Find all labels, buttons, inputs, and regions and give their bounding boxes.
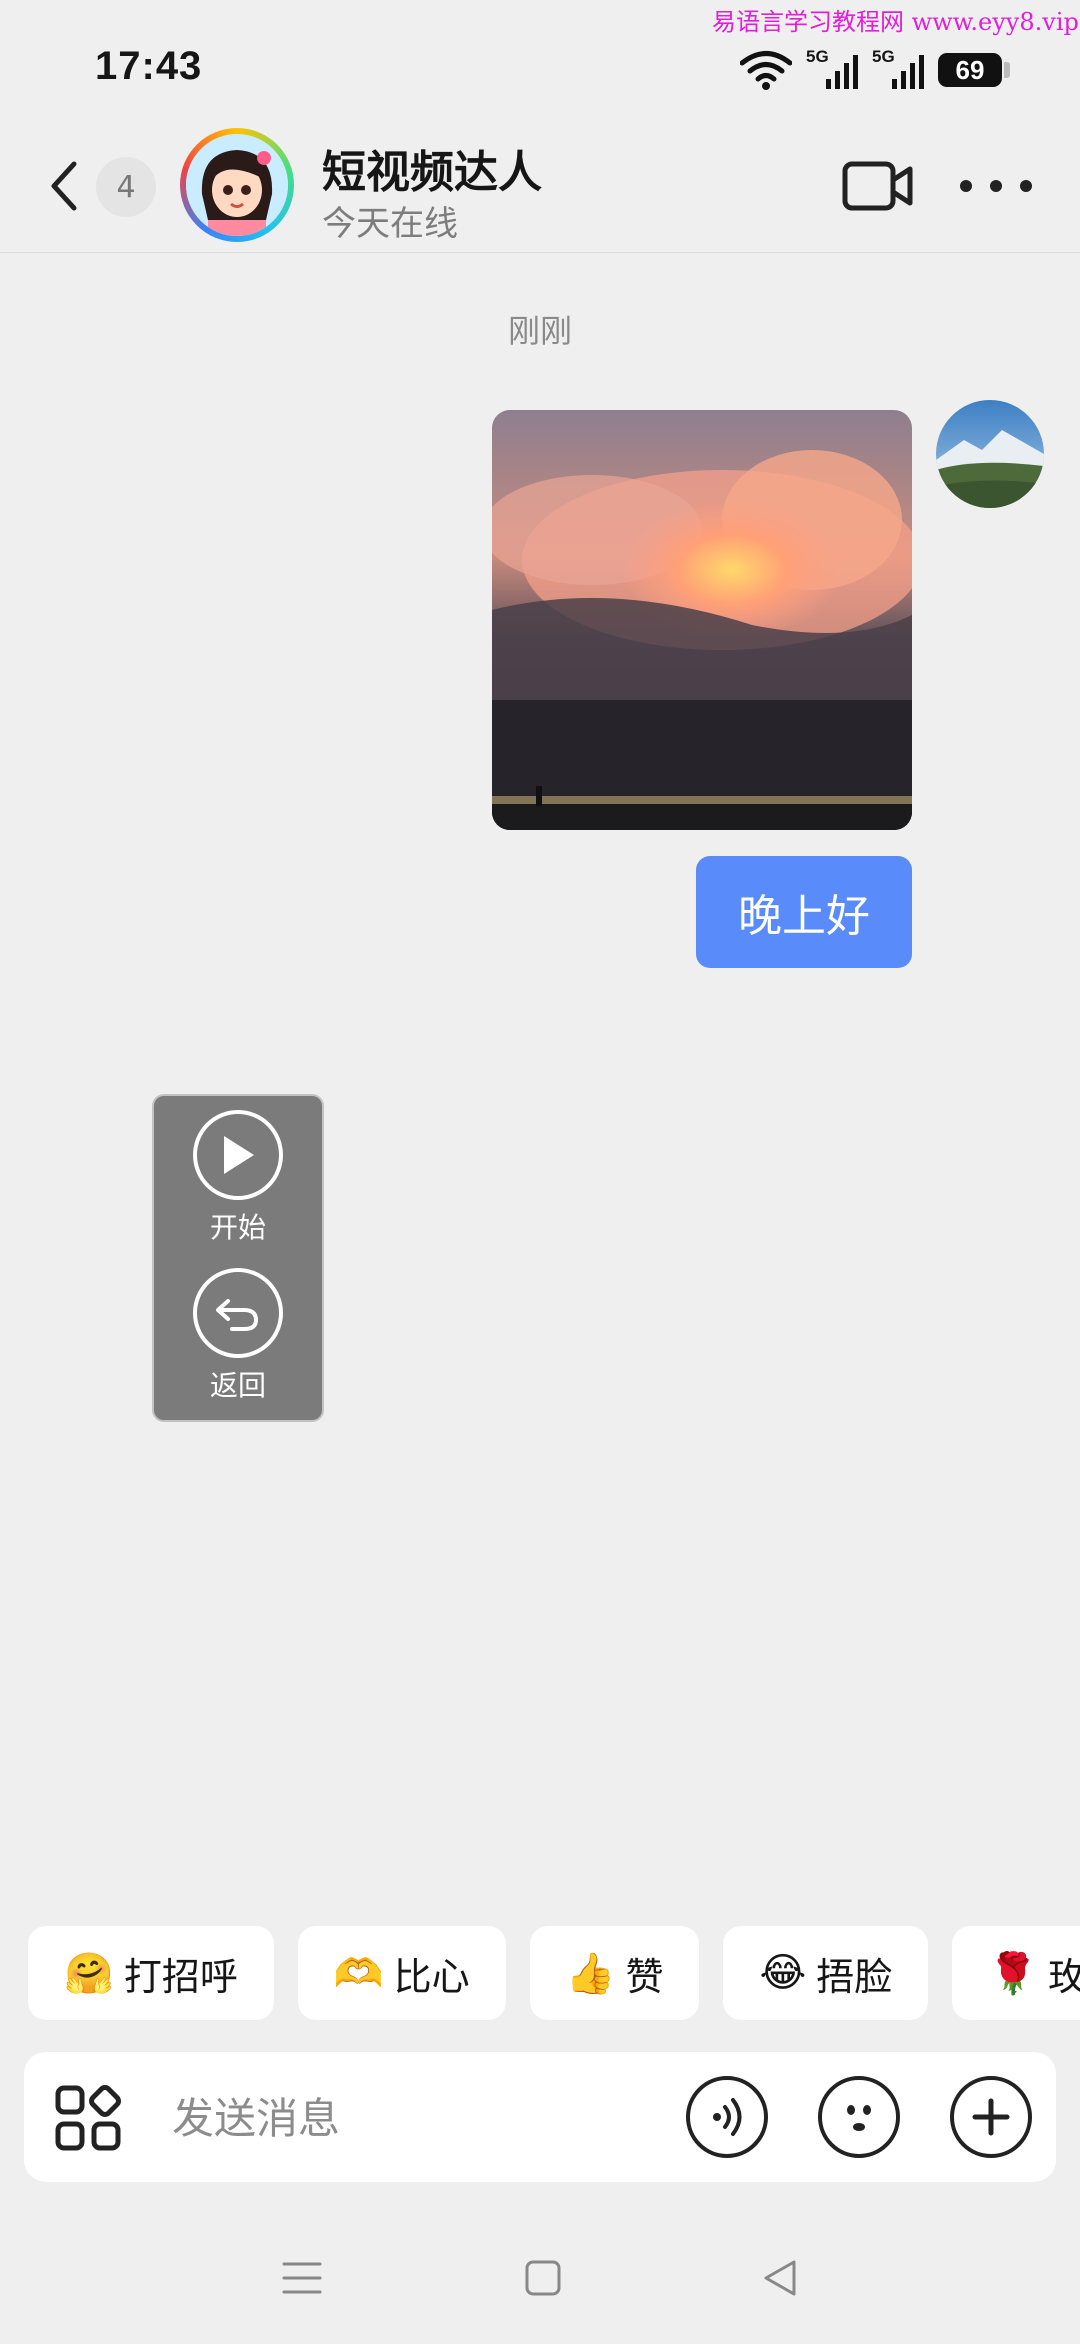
my-avatar[interactable]: [936, 400, 1044, 508]
quick-reply-label: 比心: [393, 1954, 470, 1999]
hamburger-icon: [282, 2262, 322, 2294]
play-icon: [193, 1110, 283, 1200]
signal-icon-2: 5G: [872, 47, 924, 91]
more-dot-icon: [1020, 180, 1032, 192]
laughing-emoji-icon: 😂: [759, 1950, 807, 1996]
return-button[interactable]: 返回: [154, 1268, 322, 1404]
video-call-button[interactable]: [842, 158, 914, 214]
apps-grid-icon: [55, 2085, 121, 2151]
chevron-left-icon: [51, 161, 77, 211]
quick-reply-heart[interactable]: 🫶 比心: [297, 1926, 506, 2020]
quick-reply-label: 赞: [625, 1954, 664, 1999]
watermark-text: 易语言学习教程网 www.eyy8.vip: [712, 8, 1079, 36]
quick-reply-label: 打招呼: [123, 1954, 238, 1999]
triangle-back-icon: [764, 2260, 796, 2296]
voice-wave-icon: [713, 2098, 742, 2136]
image-message[interactable]: [492, 410, 912, 830]
back-button[interactable]: [48, 158, 88, 214]
wifi-icon: [740, 51, 792, 90]
video-camera-icon: [842, 161, 913, 211]
wave-emoji-icon: 🤗: [64, 1950, 114, 1997]
contact-avatar[interactable]: [180, 128, 294, 242]
cartoon-girl-avatar-icon: [186, 134, 288, 236]
battery-level: 69: [955, 54, 985, 85]
more-options-button[interactable]: [960, 160, 1032, 212]
quick-reply-bar: 🤗 打招呼 🫶 比心 👍 赞 😂 捂脸 🌹 玫: [28, 1926, 1080, 2020]
back-nav-button[interactable]: [760, 2258, 800, 2302]
more-dot-icon: [960, 180, 972, 192]
quick-reply-facepalm[interactable]: 😂 捂脸: [723, 1926, 929, 2020]
sunset-clouds-photo-icon: [492, 410, 912, 830]
more-dot-icon: [990, 180, 1002, 192]
square-home-icon: [525, 2260, 561, 2296]
heart-hands-emoji-icon: 🫶: [333, 1950, 384, 1997]
apps-button[interactable]: [54, 2084, 124, 2154]
undo-arrow-icon: [193, 1268, 283, 1358]
return-label: 返回: [209, 1369, 266, 1402]
thumbs-up-emoji-icon: 👍: [565, 1950, 616, 1997]
message-input-bar: [24, 2052, 1056, 2182]
start-label: 开始: [209, 1211, 266, 1244]
contact-name: 短视频达人: [322, 147, 542, 198]
status-icons: 5G 5G 69: [740, 47, 1010, 92]
add-button[interactable]: [950, 2076, 1032, 2158]
message-input[interactable]: [170, 2082, 674, 2154]
message-timestamp: 刚刚: [507, 312, 572, 350]
text-message-bubble[interactable]: 晚上好: [696, 856, 912, 968]
mountain-landscape-avatar-icon: [936, 400, 1044, 508]
voice-button[interactable]: [686, 2076, 768, 2158]
emoji-button[interactable]: [818, 2076, 900, 2158]
quick-reply-greet[interactable]: 🤗 打招呼: [28, 1926, 274, 2020]
contact-online-status: 今天在线: [322, 204, 458, 244]
smiley-face-icon: [847, 2105, 871, 2131]
battery-icon: 69: [938, 53, 1010, 87]
rose-emoji-icon: 🌹: [988, 1950, 1039, 1997]
start-button[interactable]: 开始: [154, 1110, 322, 1246]
quick-reply-label: 玫: [1048, 1954, 1080, 1999]
quick-reply-label: 捂脸: [816, 1954, 893, 1999]
menu-nav-button[interactable]: [282, 2258, 322, 2302]
unread-count-badge[interactable]: 4: [96, 157, 156, 217]
quick-reply-like[interactable]: 👍 赞: [529, 1926, 700, 2020]
plus-icon: [972, 2098, 1010, 2136]
header-divider: [0, 252, 1080, 253]
quick-reply-rose[interactable]: 🌹 玫: [952, 1926, 1080, 2020]
home-nav-button[interactable]: [524, 2258, 562, 2302]
signal-icon-1: 5G: [806, 47, 858, 91]
floating-control-panel: 开始 返回: [152, 1094, 324, 1422]
status-time: 17:43: [95, 44, 203, 88]
